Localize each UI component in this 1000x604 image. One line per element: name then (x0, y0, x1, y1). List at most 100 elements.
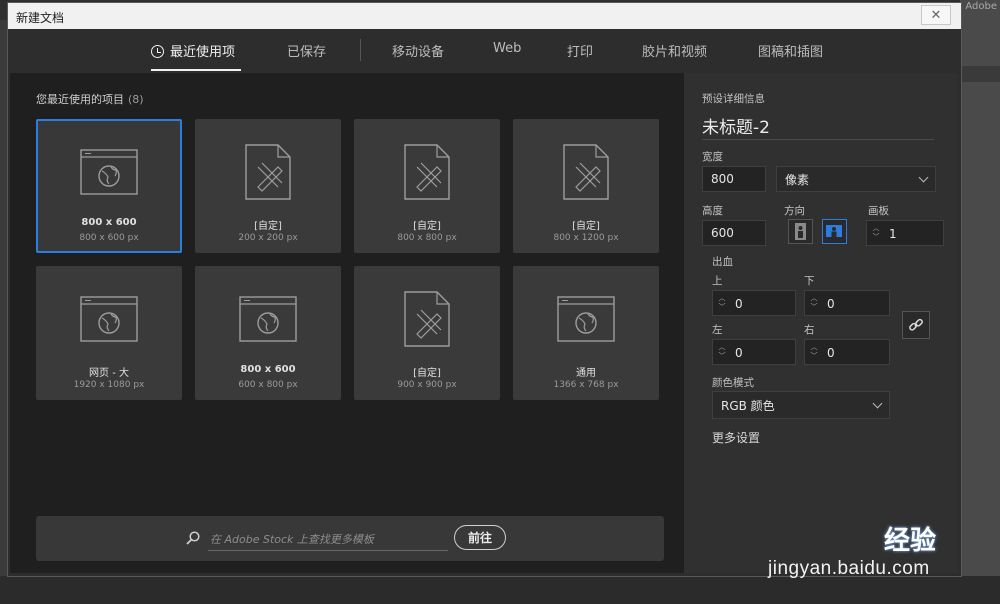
unit-select[interactable]: 像素 (776, 166, 936, 192)
bleed-top-value: 0 (735, 297, 743, 311)
background-right-panel: Adobe (960, 0, 1000, 604)
bleed-left-stepper[interactable]: ︿ ﹀ 0 (712, 339, 796, 365)
bleed-right-stepper[interactable]: ︿ ﹀ 0 (804, 339, 890, 365)
recent-count: (8) (128, 93, 144, 106)
web-icon (80, 296, 138, 342)
preset-size: 800 x 1200 px (553, 233, 619, 243)
preset-card[interactable]: [自定] 900 x 900 px (354, 266, 500, 400)
color-mode-value: RGB 颜色 (721, 398, 775, 413)
unit-value: 像素 (785, 172, 810, 187)
stock-search-input[interactable]: 在 Adobe Stock 上查找更多模板 (210, 531, 374, 547)
preset-card[interactable]: 800 x 600 800 x 600 px (36, 119, 182, 253)
tab-divider (360, 39, 361, 61)
background-panel-tab (962, 66, 1000, 82)
recent-heading-text: 您最近使用的项目 (36, 93, 124, 106)
watermark-url: jingyan.baidu.com (768, 558, 930, 579)
bleed-top-stepper[interactable]: ︿ ﹀ 0 (712, 290, 796, 316)
chevron-down-icon (872, 398, 883, 408)
tab-print[interactable]: 打印 (567, 41, 593, 60)
stepper-arrows-icon[interactable]: ︿ ﹀ (718, 343, 726, 361)
preset-size: 900 x 900 px (397, 380, 457, 390)
tab-saved[interactable]: 已保存 (287, 41, 326, 60)
bleed-bottom-value: 0 (827, 297, 835, 311)
color-mode-label: 颜色模式 (712, 377, 754, 389)
tab-mobile[interactable]: 移动设备 (392, 41, 444, 60)
background-bottom (0, 576, 1000, 604)
portrait-icon (795, 223, 806, 240)
stock-search-bar: 在 Adobe Stock 上查找更多模板 前往 (36, 516, 664, 561)
width-input[interactable]: 800 (702, 166, 766, 192)
clock-icon (151, 45, 164, 58)
preset-name: 网页 - 大 (89, 368, 129, 379)
preset-size: 200 x 200 px (238, 233, 298, 243)
landscape-button[interactable] (822, 219, 847, 244)
orientation-label: 方向 (784, 205, 805, 217)
chevron-down-icon (918, 172, 929, 182)
more-settings-button[interactable]: 更多设置 (712, 429, 760, 446)
preset-card[interactable]: [自定] 800 x 800 px (354, 119, 500, 253)
height-input[interactable]: 600 (702, 220, 766, 246)
height-value: 600 (711, 226, 734, 240)
active-tab-indicator (151, 69, 241, 71)
bleed-left-label: 左 (712, 324, 723, 336)
preset-name: 800 x 600 (81, 217, 137, 228)
doc-pencil-icon (404, 144, 450, 200)
bleed-label: 出血 (712, 256, 733, 268)
search-icon (186, 531, 200, 545)
tab-web[interactable]: Web (493, 41, 521, 56)
artboard-label: 画板 (868, 205, 889, 217)
preset-name: [自定] (413, 368, 441, 379)
preset-name: [自定] (254, 221, 282, 232)
portrait-button[interactable] (788, 219, 813, 244)
bleed-right-value: 0 (827, 346, 835, 360)
preset-details-panel: 预设详细信息 未标题-2 宽度 800 像素 高度 600 方向 画板 ︿ ﹀ … (684, 73, 958, 573)
preset-name: [自定] (413, 221, 441, 232)
preset-card[interactable]: 800 x 600 600 x 800 px (195, 266, 341, 400)
tab-recent[interactable]: 最近使用项 (151, 41, 235, 60)
bleed-top-label: 上 (712, 275, 723, 287)
link-bleed-button[interactable] (902, 311, 930, 339)
tab-film-video[interactable]: 胶片和视频 (642, 41, 707, 60)
stepper-arrows-icon[interactable]: ︿ ﹀ (872, 224, 880, 242)
landscape-icon (826, 225, 842, 237)
preset-size: 1920 x 1080 px (73, 380, 145, 390)
bleed-bottom-label: 下 (804, 275, 815, 287)
preset-card[interactable]: 网页 - 大 1920 x 1080 px (36, 266, 182, 400)
preset-size: 600 x 800 px (238, 380, 298, 390)
tab-art-illustration[interactable]: 图稿和插图 (758, 41, 823, 60)
dialog-titlebar: 新建文档 ✕ (8, 3, 961, 29)
web-icon (557, 296, 615, 342)
preset-name: 通用 (576, 368, 596, 379)
preset-name: [自定] (572, 221, 600, 232)
new-document-dialog: 新建文档 ✕ 最近使用项 已保存 移动设备 Web 打印 胶片和视频 图稿和插图… (8, 3, 961, 576)
stepper-arrows-icon[interactable]: ︿ ﹀ (718, 294, 726, 312)
preset-card[interactable]: [自定] 200 x 200 px (195, 119, 341, 253)
artboard-stepper[interactable]: ︿ ﹀ 1 (866, 220, 944, 246)
preset-card[interactable]: 通用 1366 x 768 px (513, 266, 659, 400)
doc-pencil-icon (404, 291, 450, 347)
go-button[interactable]: 前往 (454, 525, 506, 550)
preset-details-heading: 预设详细信息 (702, 93, 765, 105)
artboard-value: 1 (889, 227, 897, 241)
bleed-bottom-stepper[interactable]: ︿ ﹀ 0 (804, 290, 890, 316)
bleed-left-value: 0 (735, 346, 743, 360)
preset-card[interactable]: [自定] 800 x 1200 px (513, 119, 659, 253)
document-name-underline (702, 139, 934, 140)
stepper-arrows-icon[interactable]: ︿ ﹀ (810, 343, 818, 361)
width-label: 宽度 (702, 151, 723, 163)
dialog-title: 新建文档 (16, 11, 65, 25)
web-icon (80, 149, 138, 195)
watermark-logo: 经验 (884, 526, 937, 556)
preset-name: 800 x 600 (240, 364, 296, 375)
preset-size: 800 x 600 px (79, 233, 139, 243)
document-name-field[interactable]: 未标题-2 (702, 113, 770, 138)
color-mode-select[interactable]: RGB 颜色 (712, 391, 890, 419)
tab-recent-label: 最近使用项 (170, 45, 236, 60)
search-underline (208, 550, 448, 551)
recent-presets-area: 您最近使用的项目 (8) 800 x 600 800 x 600 px [自定] (10, 73, 684, 573)
close-icon: ✕ (930, 7, 942, 23)
stepper-arrows-icon[interactable]: ︿ ﹀ (810, 294, 818, 312)
height-label: 高度 (702, 205, 723, 217)
close-button[interactable]: ✕ (921, 5, 951, 25)
bleed-right-label: 右 (804, 324, 815, 336)
